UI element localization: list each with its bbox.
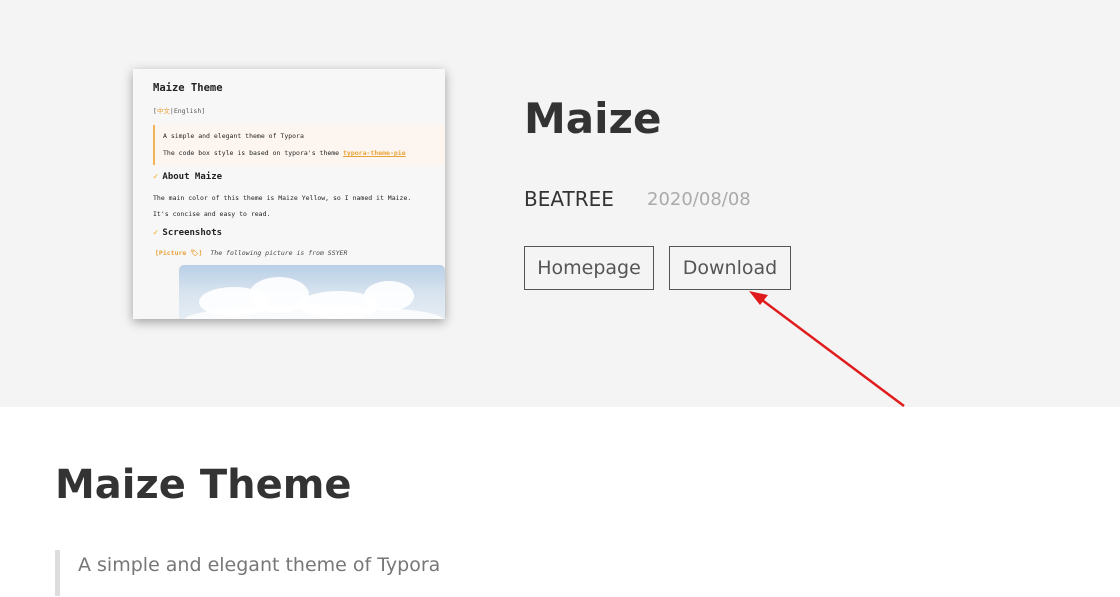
theme-header: Maize Theme [中文|English] A simple and el…	[0, 0, 1120, 407]
content-blockquote-text: A simple and elegant theme of Typora	[78, 554, 441, 576]
preview-heading-screenshots-label: Screenshots	[162, 228, 223, 238]
preview-quote-line1: A simple and elegant theme of Typora	[163, 132, 304, 140]
preview-heading-screenshots: ✓ Screenshots	[153, 228, 222, 238]
preview-sky-photo	[179, 265, 445, 319]
check-icon: ✓	[153, 172, 159, 182]
preview-picture-line: [Picture 🏷] The following picture is from…	[155, 249, 347, 257]
preview-blockquote: A simple and elegant theme of Typora The…	[153, 125, 445, 165]
preview-quote-line2: The code box style is based on typora's …	[163, 149, 406, 157]
preview-title: Maize Theme	[153, 82, 223, 94]
preview-heading-about-label: About Maize	[162, 172, 223, 182]
preview-lang-en: English	[173, 107, 202, 115]
preview-lang-close: ]	[201, 107, 206, 115]
preview-heading-about: ✓ About Maize	[153, 172, 222, 182]
preview-lang-zh: 中文	[156, 107, 170, 115]
preview-about-paragraph1: The main color of this theme is Maize Ye…	[153, 194, 412, 202]
preview-about-paragraph2: It's concise and easy to read.	[153, 210, 271, 218]
check-icon: ✓	[153, 228, 159, 238]
download-button[interactable]: Download	[669, 246, 791, 290]
preview-picture-tag: [Picture 🏷]	[155, 249, 203, 257]
theme-author[interactable]: BEATREE	[524, 187, 614, 211]
preview-language-switch: [中文|English]	[153, 105, 205, 115]
content-blockquote: A simple and elegant theme of Typora	[55, 550, 660, 596]
preview-quote-line2-text: The code box style is based on typora's …	[163, 149, 344, 157]
preview-picture-caption: The following picture is from SSYER	[210, 249, 348, 257]
preview-quote-link: typora-theme-pie	[343, 149, 406, 157]
homepage-button[interactable]: Homepage	[524, 246, 654, 290]
content-title: Maize Theme	[55, 462, 352, 508]
theme-date: 2020/08/08	[647, 189, 751, 210]
theme-preview-image: Maize Theme [中文|English] A simple and el…	[133, 69, 445, 319]
theme-name: Maize	[524, 94, 662, 143]
